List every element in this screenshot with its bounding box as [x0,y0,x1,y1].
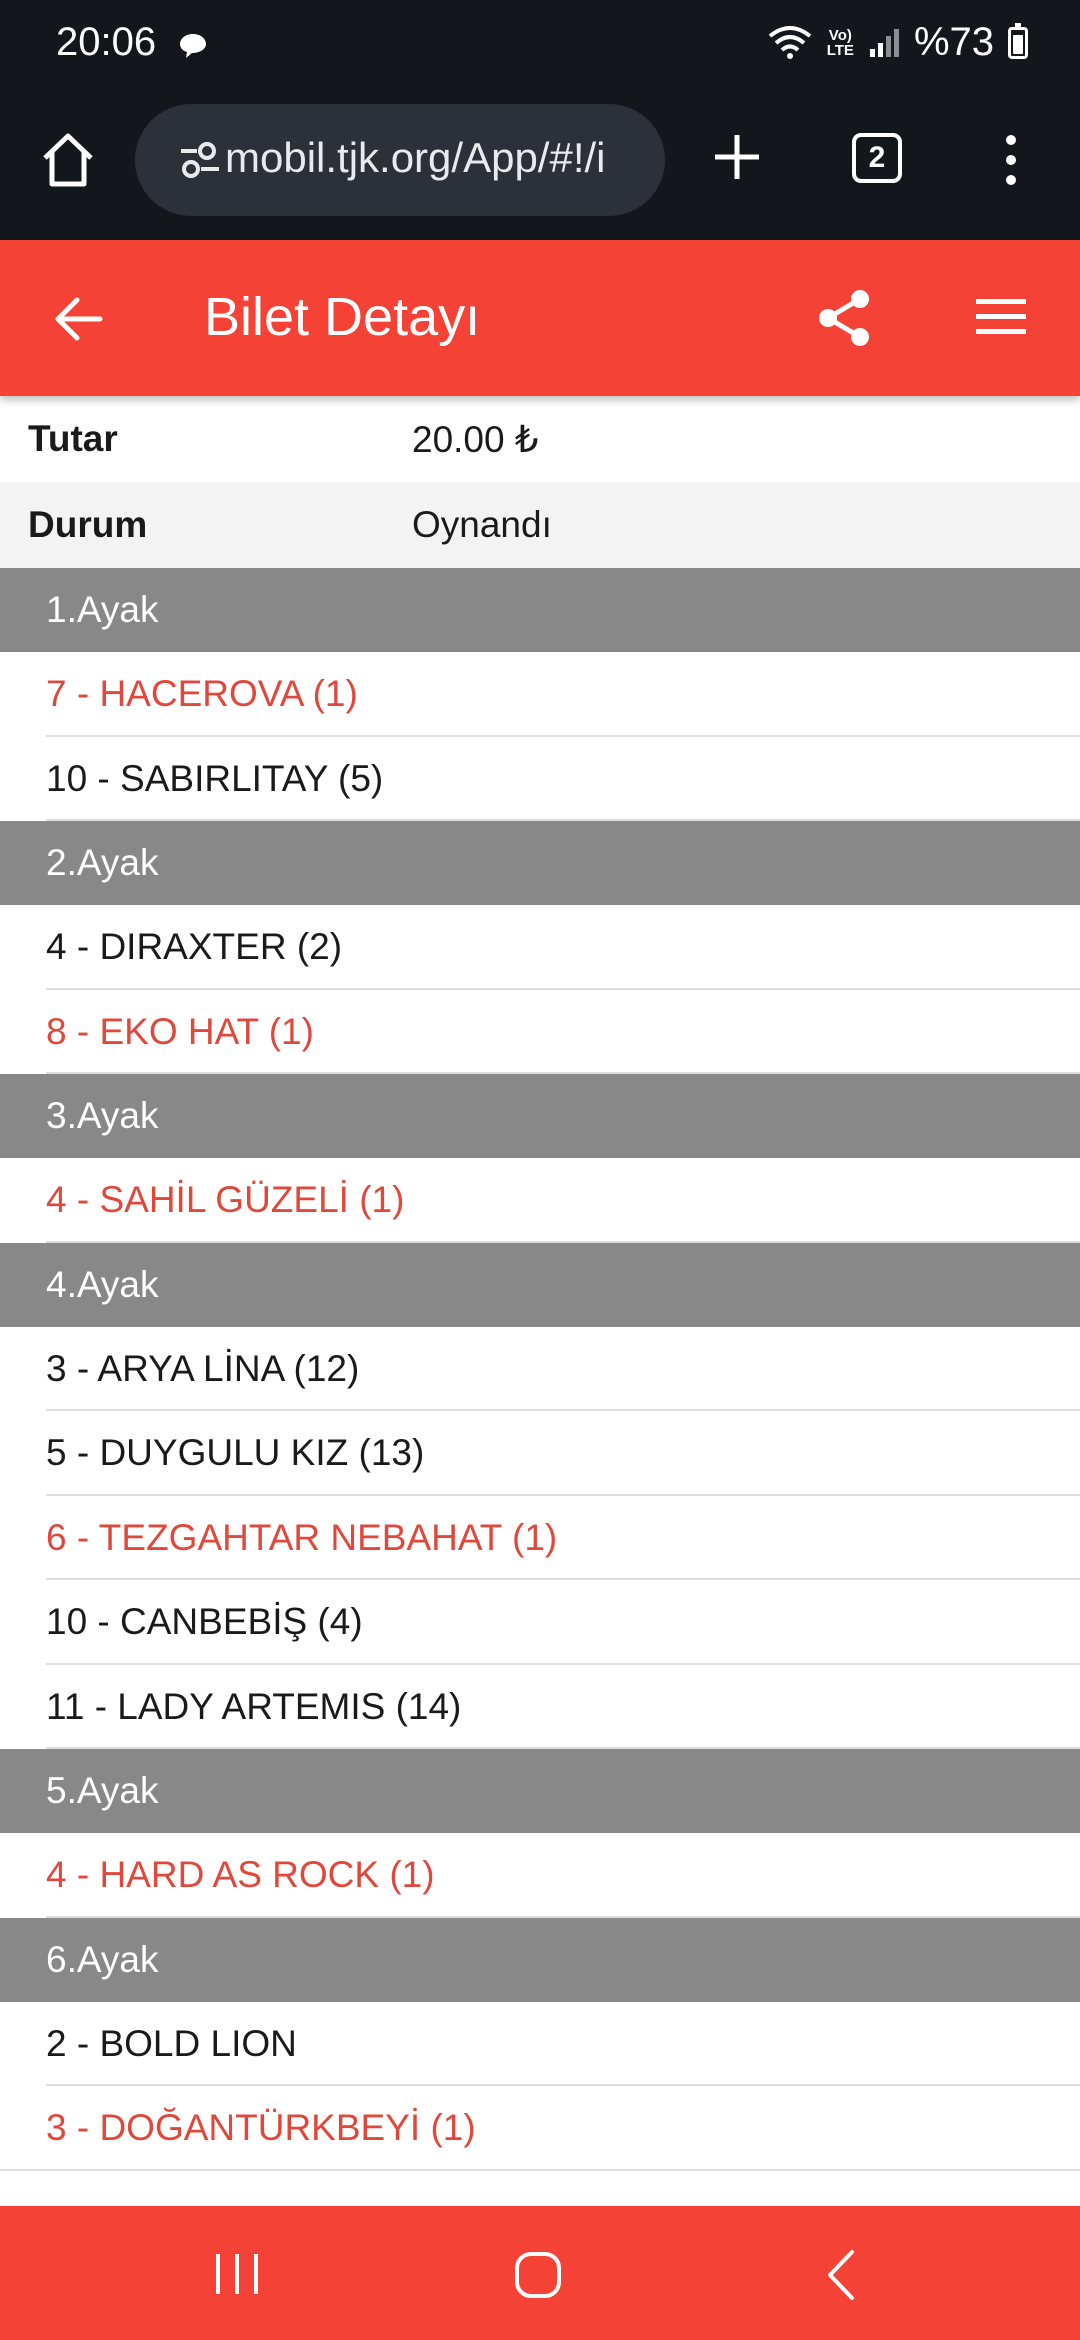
horse-item: 2 - BOLD LION [0,2002,1080,2087]
ticket-detail-content: Tutar 20.00 ₺ Durum Oynandı 1.Ayak 7 - H… [0,396,1080,2171]
info-value: Oynandı [412,504,552,545]
horse-item: 5 - DUYGULU KIZ (13) [0,1411,1080,1496]
volte-indicator: Vo) LTE [826,26,854,59]
horse-item: 6 - TEZGAHTAR NEBAHAT (1) [0,1496,1080,1581]
leg-header: 5.Ayak [0,1749,1080,1833]
new-tab-icon[interactable] [712,132,762,182]
app-header: Bilet Detayı [0,240,1080,396]
horse-item: 4 - HARD AS ROCK (1) [0,1833,1080,1918]
signal-icon [869,28,899,57]
page-title: Bilet Detayı [204,287,481,347]
status-time: 20:06 [56,20,157,64]
horse-item: 4 - DIRAXTER (2) [0,905,1080,990]
back-arrow-icon[interactable] [52,292,106,346]
horse-item: 10 - CANBEBİŞ (4) [0,1580,1080,1665]
wifi-icon [768,25,811,59]
leg-header: 2.Ayak [0,821,1080,905]
horse-item: 3 - DOĞANTÜRKBEYİ (1) [0,2086,1080,2171]
horse-item: 11 - LADY ARTEMIS (14) [0,1665,1080,1750]
site-settings-icon[interactable] [179,140,221,180]
system-back-icon[interactable] [824,2248,858,2302]
battery-icon [1008,22,1028,59]
recent-apps-icon[interactable] [212,2252,262,2296]
horse-item: 8 - EKO HAT (1) [0,990,1080,1075]
browser-toolbar: mobil.tjk.org/App/#!/i 2 [0,90,1080,240]
home-icon[interactable] [40,130,96,190]
url-text[interactable]: mobil.tjk.org/App/#!/i [225,134,645,182]
horse-item: 10 - SABIRLITAY (5) [0,737,1080,822]
leg-header: 4.Ayak [0,1242,1080,1327]
horse-item: 4 - SAHİL GÜZELİ (1) [0,1158,1080,1243]
status-bar: 20:06 Vo) LTE %73 [0,0,1080,90]
leg-header: 1.Ayak [0,568,1080,652]
info-row-status: Durum Oynandı [0,482,1080,568]
horse-item: 3 - ARYA LİNA (12) [0,1327,1080,1412]
info-row-amount: Tutar 20.00 ₺ [0,396,1080,482]
tab-switcher-button[interactable]: 2 [852,133,902,183]
horse-item: 7 - HACEROVA (1) [0,652,1080,737]
more-options-icon[interactable] [996,130,1026,190]
info-label: Tutar [28,418,118,459]
address-bar[interactable]: mobil.tjk.org/App/#!/i [135,104,665,216]
hamburger-menu-icon[interactable] [974,296,1028,338]
battery-percent: %73 [913,20,994,64]
system-navigation-bar [0,2206,1080,2340]
home-button-icon[interactable] [513,2250,563,2300]
info-label: Durum [28,504,148,545]
leg-header: 6.Ayak [0,1917,1080,2002]
chat-notification-icon [180,34,206,58]
leg-header: 3.Ayak [0,1074,1080,1158]
share-icon[interactable] [816,288,872,348]
info-value: 20.00 ₺ [412,418,539,460]
